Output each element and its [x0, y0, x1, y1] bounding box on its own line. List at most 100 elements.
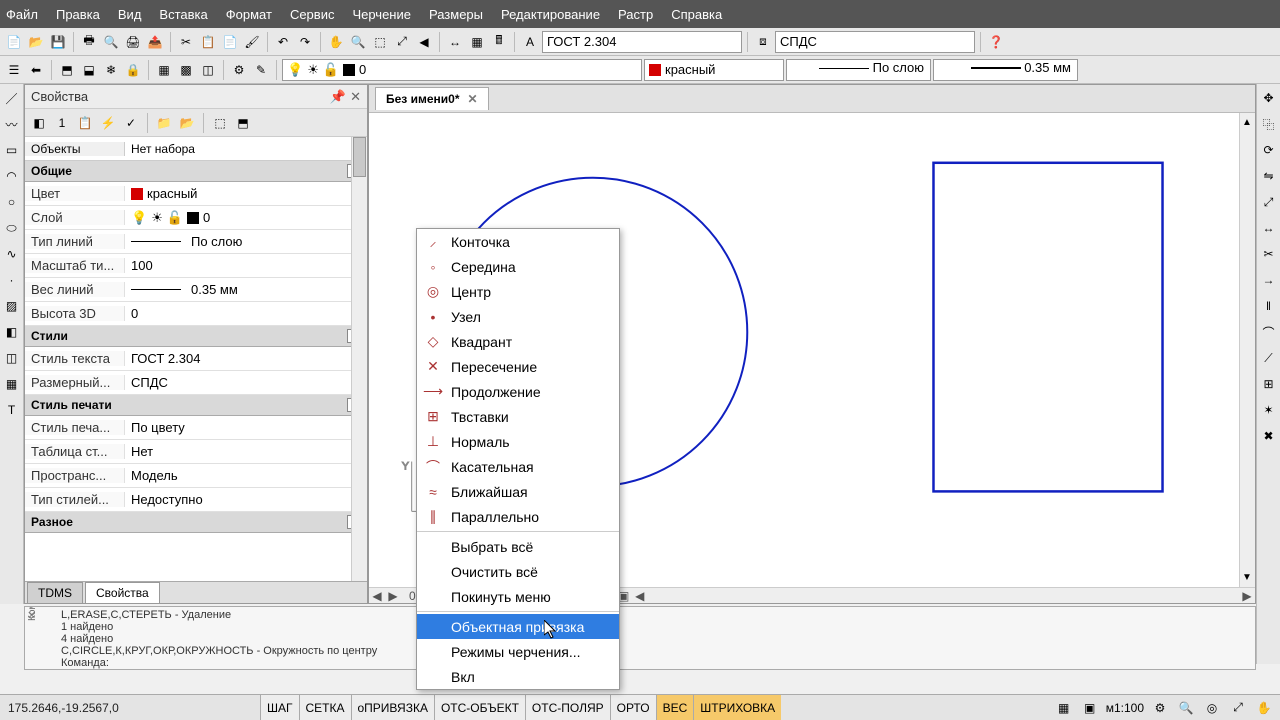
cmd-prompt[interactable]: Команда:: [61, 657, 1249, 669]
prop-btn2-icon[interactable]: 1: [52, 113, 72, 133]
match-icon[interactable]: 🖌: [242, 32, 262, 52]
layer-lock-icon[interactable]: 🔒: [123, 60, 143, 80]
ctx-item[interactable]: Очистить всё: [417, 559, 619, 584]
scale-label[interactable]: м1:100: [1106, 701, 1144, 715]
dist-icon[interactable]: ↔: [445, 32, 465, 52]
prop-btn6-icon[interactable]: 📁: [154, 113, 174, 133]
status-icon4[interactable]: ⤢: [1228, 699, 1248, 717]
layer-tool1-icon[interactable]: ▦: [154, 60, 174, 80]
osnap-context-menu[interactable]: ⸝Конточка◦Середина◎Центр•Узел◇Квадрант✕П…: [416, 228, 620, 690]
cut-icon[interactable]: ✂: [176, 32, 196, 52]
menu-item[interactable]: Черчение: [352, 7, 411, 22]
property-group[interactable]: Разное–: [25, 512, 367, 533]
menu-item[interactable]: Редактирование: [501, 7, 600, 22]
mirror-icon[interactable]: ⇋: [1259, 166, 1279, 186]
offset-icon[interactable]: ‖: [1259, 296, 1279, 316]
extend-icon[interactable]: →: [1259, 270, 1279, 290]
prop-btn3-icon[interactable]: 📋: [75, 113, 95, 133]
save-icon[interactable]: 💾: [48, 32, 68, 52]
open-icon[interactable]: 📂: [26, 32, 46, 52]
region-icon[interactable]: ◧: [2, 322, 22, 342]
tab-scroll-right-icon[interactable]: ▶: [385, 589, 401, 603]
layer-tool4-icon[interactable]: ⚙: [229, 60, 249, 80]
zoom-icon[interactable]: 🔍: [348, 32, 368, 52]
copy2-icon[interactable]: ⿻: [1259, 114, 1279, 134]
hatch-icon[interactable]: ▨: [2, 296, 22, 316]
menu-item[interactable]: Формат: [226, 7, 272, 22]
prop-btn8-icon[interactable]: ⬚: [210, 113, 230, 133]
point-icon[interactable]: ·: [2, 270, 22, 290]
redo-icon[interactable]: ↷: [295, 32, 315, 52]
property-row[interactable]: Тип стилей...Недоступно: [25, 488, 367, 512]
property-row[interactable]: Высота 3D0: [25, 302, 367, 326]
paste-icon[interactable]: 📄: [220, 32, 240, 52]
pin-icon[interactable]: 📌: [330, 89, 346, 105]
osnap-extension[interactable]: ⟶Продолжение: [417, 379, 619, 404]
text-style-icon[interactable]: A: [520, 32, 540, 52]
table-icon[interactable]: ▦: [2, 374, 22, 394]
command-window[interactable]: ✕ Кома L,ERASE,С,СТЕРЕТЬ - Удаление 1 на…: [24, 606, 1256, 670]
properties-grid[interactable]: ОбъектыНет набораОбщие–ЦветкрасныйСлой💡☀…: [25, 137, 367, 581]
text-style-select[interactable]: [542, 31, 742, 53]
layer-frz-icon[interactable]: ❄: [101, 60, 121, 80]
preview-icon[interactable]: 🔍: [101, 32, 121, 52]
osnap-quadrant[interactable]: ◇Квадрант: [417, 329, 619, 354]
print-icon[interactable]: 🖶: [79, 32, 99, 52]
prop-btn4-icon[interactable]: ⚡: [98, 113, 118, 133]
prop-btn5-icon[interactable]: ✓: [121, 113, 141, 133]
color-select[interactable]: красный: [644, 59, 784, 81]
layer-tool5-icon[interactable]: ✎: [251, 60, 271, 80]
line-icon[interactable]: ／: [2, 88, 22, 108]
chamfer-icon[interactable]: ⟋: [1259, 348, 1279, 368]
block-icon[interactable]: ◫: [2, 348, 22, 368]
prop-btn1-icon[interactable]: ◧: [29, 113, 49, 133]
layer-tool3-icon[interactable]: ◫: [198, 60, 218, 80]
menu-item[interactable]: Размеры: [429, 7, 483, 22]
property-row[interactable]: Размерный...СПДС: [25, 371, 367, 395]
status-icon2[interactable]: 🔍: [1176, 699, 1196, 717]
property-group[interactable]: Стиль печати–: [25, 395, 367, 416]
osnap-perpendicular[interactable]: ⊥Нормаль: [417, 429, 619, 454]
explode-icon[interactable]: ✶: [1259, 400, 1279, 420]
fillet-icon[interactable]: ⌒: [1259, 322, 1279, 342]
polyline-icon[interactable]: 〰: [2, 114, 22, 134]
copy-icon[interactable]: 📋: [198, 32, 218, 52]
property-row[interactable]: Слой💡☀🔓0: [25, 206, 367, 230]
circle-icon[interactable]: ○: [2, 192, 22, 212]
property-row[interactable]: Тип линийПо слою: [25, 230, 367, 254]
status-toggle[interactable]: оПРИВЯЗКА: [351, 695, 434, 720]
status-icon5[interactable]: ✋: [1254, 699, 1274, 717]
dim-style-select[interactable]: [775, 31, 975, 53]
osnap-nearest[interactable]: ≈Ближайшая: [417, 479, 619, 504]
status-icon3[interactable]: ◎: [1202, 699, 1222, 717]
tab-scroll-left-icon[interactable]: ◀: [369, 589, 385, 603]
property-row[interactable]: Стиль печа...По цвету: [25, 416, 367, 440]
array-icon[interactable]: ⊞: [1259, 374, 1279, 394]
osnap-intersection[interactable]: ✕Пересечение: [417, 354, 619, 379]
layer-off-icon[interactable]: ⬓: [79, 60, 99, 80]
menu-item[interactable]: Файл: [6, 7, 38, 22]
property-row[interactable]: Вес линий0.35 мм: [25, 278, 367, 302]
panel-title-bar[interactable]: Свойства 📌 ✕: [25, 85, 367, 109]
status-toggle[interactable]: ШТРИХОВКА: [693, 695, 781, 720]
ctx-item[interactable]: Покинуть меню: [417, 584, 619, 609]
property-group[interactable]: Стили–: [25, 326, 367, 347]
status-toggle[interactable]: СЕТКА: [299, 695, 351, 720]
property-row[interactable]: Масштаб ти...100: [25, 254, 367, 278]
rotate-icon[interactable]: ⟳: [1259, 140, 1279, 160]
zoom-win-icon[interactable]: ⬚: [370, 32, 390, 52]
osnap-midpoint[interactable]: ◦Середина: [417, 254, 619, 279]
osnap-insert[interactable]: ⊞Твставки: [417, 404, 619, 429]
rectangle-icon[interactable]: ▭: [2, 140, 22, 160]
ctx-item[interactable]: Режимы черчения...: [417, 639, 619, 664]
spline-icon[interactable]: ∿: [2, 244, 22, 264]
tab-tdms[interactable]: TDMS: [27, 582, 83, 603]
menu-bar[interactable]: Файл Правка Вид Вставка Формат Сервис Че…: [0, 0, 1280, 28]
selector-value[interactable]: Нет набора: [125, 142, 367, 156]
layer-iso-icon[interactable]: ⬒: [57, 60, 77, 80]
publish-icon[interactable]: 📤: [145, 32, 165, 52]
area-icon[interactable]: ▦: [467, 32, 487, 52]
document-tab[interactable]: Без имени0* ✕: [375, 87, 489, 110]
prop-btn7-icon[interactable]: 📂: [177, 113, 197, 133]
status-icon1[interactable]: ⚙: [1150, 699, 1170, 717]
